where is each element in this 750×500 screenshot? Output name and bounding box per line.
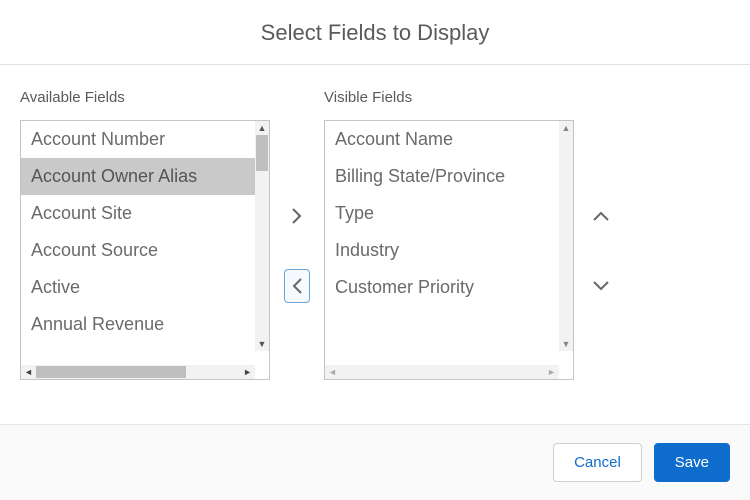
scroll-up-arrow-icon[interactable]: ▲ [258, 121, 267, 135]
field-picker-content: Available Fields Account Number Account … [0, 65, 750, 400]
scroll-right-arrow-icon[interactable]: ► [240, 367, 255, 377]
list-item[interactable]: Account Source [21, 232, 255, 269]
list-item[interactable]: Industry [325, 232, 559, 269]
chevron-down-icon [593, 281, 609, 291]
reorder-buttons [574, 199, 614, 303]
chevron-right-icon [292, 208, 302, 224]
cancel-button[interactable]: Cancel [553, 443, 642, 482]
list-item[interactable]: Account Number [21, 121, 255, 158]
available-fields-label: Available Fields [20, 89, 270, 106]
list-item[interactable]: Customer Priority [325, 269, 559, 306]
list-item[interactable]: Account Site [21, 195, 255, 232]
visible-horizontal-scrollbar[interactable]: ◄ ► [325, 365, 573, 379]
scroll-thumb[interactable] [36, 366, 186, 378]
chevron-up-icon [593, 211, 609, 221]
scroll-thumb[interactable] [256, 135, 268, 171]
list-item[interactable]: Account Owner Alias [21, 158, 255, 195]
available-fields-column: Available Fields Account Number Account … [20, 89, 270, 380]
available-horizontal-scrollbar[interactable]: ◄ ► [21, 365, 269, 379]
move-right-button[interactable] [284, 199, 310, 233]
list-item[interactable]: Annual Revenue [21, 306, 255, 343]
scroll-down-arrow-icon[interactable]: ▼ [258, 337, 267, 351]
visible-fields-label: Visible Fields [324, 89, 574, 106]
move-left-button[interactable] [284, 269, 310, 303]
save-button[interactable]: Save [654, 443, 730, 482]
list-item[interactable]: Active [21, 269, 255, 306]
visible-fields-items: Account Name Billing State/Province Type… [325, 121, 573, 365]
visible-fields-column: Visible Fields Account Name Billing Stat… [324, 89, 574, 380]
available-fields-items: Account Number Account Owner Alias Accou… [21, 121, 269, 365]
chevron-left-icon [292, 278, 302, 294]
list-item[interactable]: Type [325, 195, 559, 232]
move-up-button[interactable] [588, 199, 614, 233]
visible-fields-listbox[interactable]: Account Name Billing State/Province Type… [324, 120, 574, 380]
list-item[interactable]: Billing State/Province [325, 158, 559, 195]
list-item[interactable]: Account Name [325, 121, 559, 158]
scroll-left-arrow-icon[interactable]: ◄ [325, 367, 340, 377]
visible-vertical-scrollbar[interactable]: ▲ ▼ [559, 121, 573, 351]
scroll-right-arrow-icon[interactable]: ► [544, 367, 559, 377]
dialog-footer: Cancel Save [0, 424, 750, 500]
transfer-buttons [270, 199, 324, 303]
scroll-up-arrow-icon[interactable]: ▲ [562, 121, 571, 135]
scroll-down-arrow-icon[interactable]: ▼ [562, 337, 571, 351]
scroll-left-arrow-icon[interactable]: ◄ [21, 367, 36, 377]
available-vertical-scrollbar[interactable]: ▲ ▼ [255, 121, 269, 351]
available-fields-listbox[interactable]: Account Number Account Owner Alias Accou… [20, 120, 270, 380]
page-title: Select Fields to Display [0, 0, 750, 64]
move-down-button[interactable] [588, 269, 614, 303]
